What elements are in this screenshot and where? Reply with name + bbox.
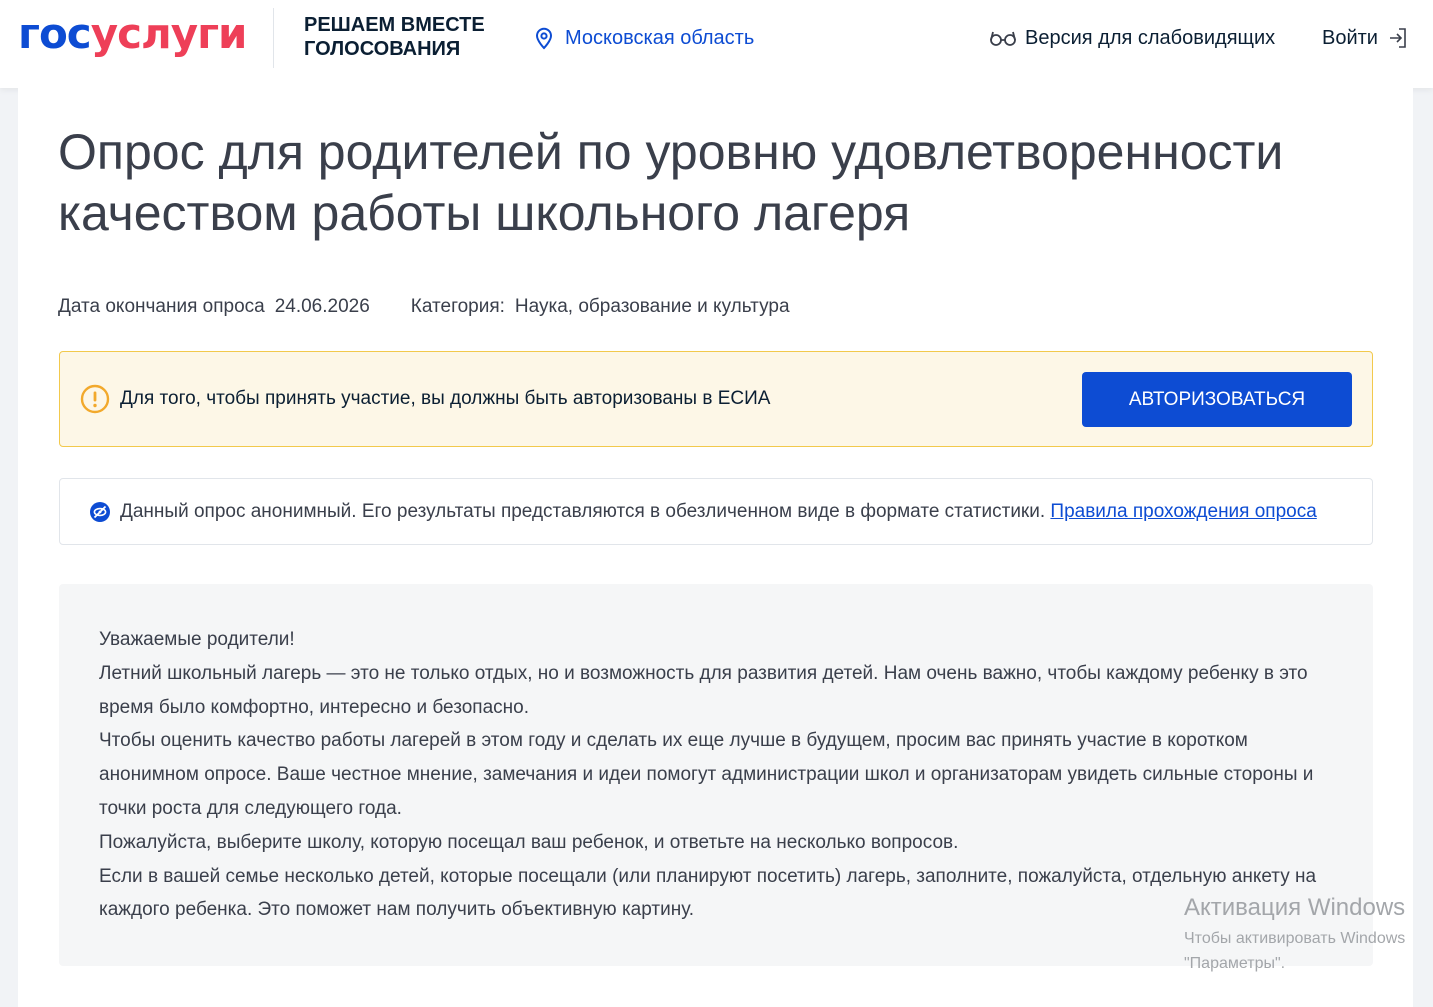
auth-required-alert: Для того, чтобы принять участие, вы долж…	[59, 351, 1373, 447]
accessibility-version-link[interactable]: Версия для слабовидящих	[989, 24, 1275, 52]
anonymous-eye-icon	[90, 502, 110, 522]
survey-rules-link[interactable]: Правила прохождения опроса	[1050, 501, 1316, 522]
login-arrow-icon	[1389, 28, 1406, 48]
login-button[interactable]: Войти	[1322, 24, 1408, 52]
anonymity-notice-text: Данный опрос анонимный. Его результаты п…	[120, 499, 1317, 525]
survey-intro: Уважаемые родители! Летний школьный лаге…	[59, 584, 1373, 966]
region-label: Московская область	[565, 27, 755, 49]
warning-circle-icon	[80, 384, 110, 414]
intro-paragraph: Пожалуйста, выберите школу, которую посе…	[99, 831, 959, 853]
end-date-value: 24.06.2026	[274, 296, 370, 317]
survey-card: Опрос для родителей по уровню удовлетвор…	[18, 88, 1413, 1007]
region-selector[interactable]: Московская область	[533, 24, 754, 52]
category-value: Наука, образование и культура	[514, 296, 790, 317]
accessibility-label: Версия для слабовидящих	[1025, 27, 1276, 49]
location-pin-icon	[535, 27, 553, 50]
auth-required-text: Для того, чтобы принять участие, вы долж…	[120, 388, 771, 409]
header-divider	[273, 8, 274, 68]
intro-greeting: Уважаемые родители!	[99, 629, 295, 650]
logo-part-gos: гос	[18, 9, 92, 58]
intro-paragraph: Летний школьный лагерь — это не только о…	[99, 662, 1308, 718]
login-label: Войти	[1322, 27, 1378, 49]
end-date-label: Дата окончания опроса	[58, 296, 265, 317]
service-tagline[interactable]: РЕШАЕМ ВМЕСТЕ ГОЛОСОВАНИЯ	[304, 13, 504, 61]
anonymity-notice-body: Данный опрос анонимный. Его результаты п…	[120, 501, 1046, 522]
anonymity-notice: Данный опрос анонимный. Его результаты п…	[59, 478, 1373, 545]
site-header: госуслуги РЕШАЕМ ВМЕСТЕ ГОЛОСОВАНИЯ Моск…	[0, 0, 1433, 88]
glasses-icon	[990, 31, 1016, 46]
page-title: Опрос для родителей по уровню удовлетвор…	[58, 124, 1284, 241]
gosuslugi-logo[interactable]: госуслуги	[18, 10, 247, 58]
intro-paragraph: Если в вашей семье несколько детей, кото…	[99, 865, 1317, 921]
category-label: Категория:	[410, 296, 505, 317]
intro-paragraph: Чтобы оценить качество работы лагерей в …	[99, 730, 1314, 819]
logo-part-uslugi: услуги	[90, 9, 248, 58]
survey-meta: Дата окончания опроса 24.06.2026 Категор…	[58, 295, 790, 319]
authorize-button[interactable]: АВТОРИЗОВАТЬСЯ	[1082, 372, 1352, 427]
